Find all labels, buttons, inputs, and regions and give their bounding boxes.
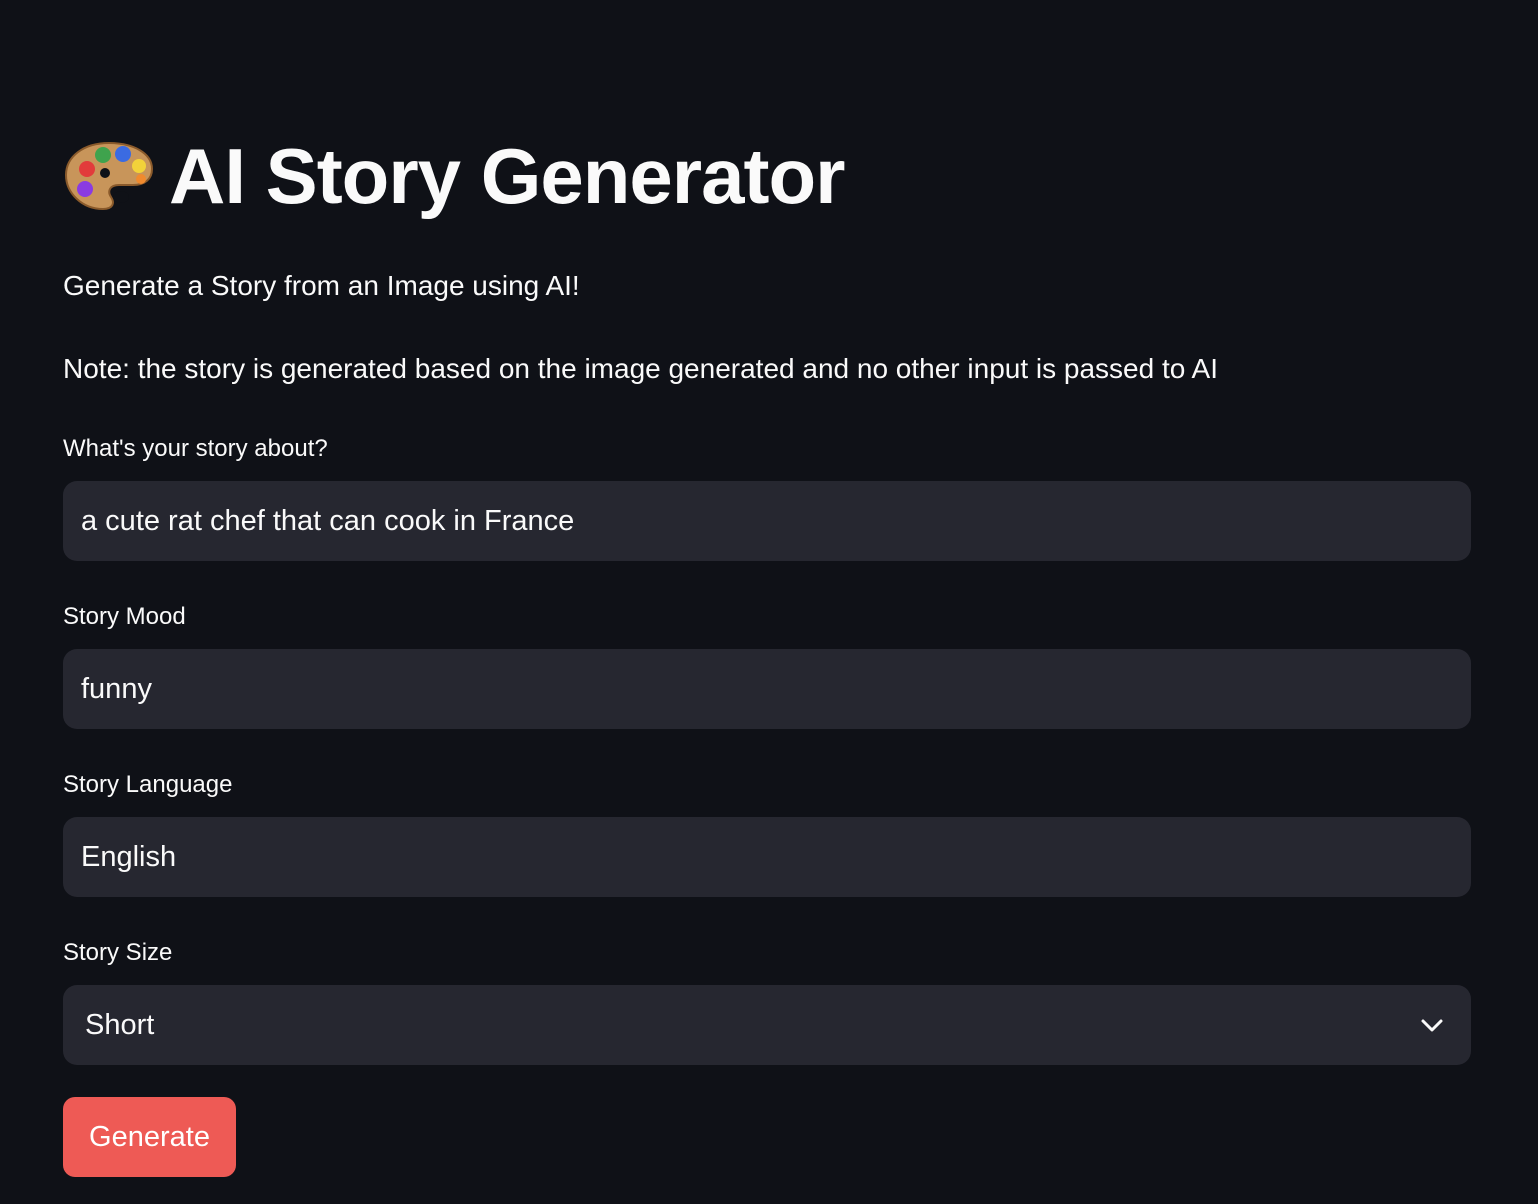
story-mood-value: funny — [81, 672, 152, 705]
page-header: AI Story Generator — [63, 128, 846, 224]
story-size-selected-value: Short — [85, 1008, 155, 1041]
page-subtitle: Generate a Story from an Image using AI! — [63, 270, 580, 301]
story-about-input[interactable]: a cute rat chef that can cook in France — [63, 481, 1471, 561]
chevron-down-icon — [1421, 1019, 1443, 1032]
page-title: AI Story Generator — [169, 132, 846, 220]
story-language-input[interactable]: English — [63, 817, 1471, 897]
story-mood-label: Story Mood — [63, 603, 186, 630]
palette-icon — [64, 141, 154, 211]
story-language-value: English — [81, 840, 177, 873]
generate-button[interactable]: Generate — [63, 1097, 236, 1177]
story-language-label: Story Language — [63, 771, 233, 798]
story-mood-input[interactable]: funny — [63, 649, 1471, 729]
story-about-value: a cute rat chef that can cook in France — [81, 504, 575, 537]
page-note: Note: the story is generated based on th… — [63, 353, 1218, 384]
story-about-label: What's your story about? — [63, 435, 328, 462]
story-size-label: Story Size — [63, 939, 173, 966]
story-size-select[interactable]: Short — [63, 985, 1471, 1065]
